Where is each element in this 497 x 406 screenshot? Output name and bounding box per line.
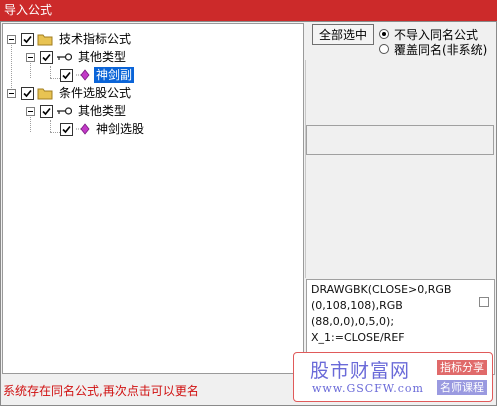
radio-overwrite-same-name[interactable]: 覆盖同名(非系统) [379,42,488,57]
tree-checkbox[interactable] [40,50,53,64]
radio-label: 覆盖同名(非系统) [394,42,488,57]
tree-node-shenjian-xuangu[interactable]: 神剑选股 [60,120,146,138]
formula-diamond-icon [76,69,90,81]
tree-node-indicator-formulas[interactable]: 技术指标公式 [7,30,133,48]
right-panel-frame [305,60,496,278]
tree-checkbox[interactable] [60,122,73,136]
code-line: DRAWGBK(CLOSE>0,RGB [311,283,452,296]
checkmark-icon [23,35,32,43]
title-bar[interactable]: 导入公式 [0,0,497,21]
info-panel [306,125,494,155]
tree-node-label: 技术指标公式 [59,32,132,46]
formula-diamond-icon [76,123,90,135]
watermark-site-name: 股市财富网 [310,360,411,382]
watermark-url: www.GSCFW.com [312,382,424,395]
tree-node-label: 神剑选股 [96,122,145,136]
checkmark-icon [23,89,32,97]
tree-checkbox[interactable] [21,86,34,100]
watermark-tag-indicators: 指标分享 [437,360,487,375]
checkmark-icon [62,71,71,79]
collapse-toggle[interactable] [26,52,35,62]
radio-button[interactable] [379,29,389,39]
code-line: (88,0,0),0,5,0); [311,315,395,328]
window-title: 导入公式 [4,3,53,17]
collapse-toggle[interactable] [7,34,16,44]
formula-tree[interactable]: 技术指标公式 其他类型 神剑副 条件选股公式 其他类型 神剑选股 [2,23,304,374]
preview-option-checkbox[interactable] [479,297,489,307]
tree-checkbox[interactable] [21,32,34,46]
tree-node-label: 其他类型 [78,104,127,118]
radio-skip-same-name[interactable]: 不导入同名公式 [379,27,478,42]
code-line: (0,108,108),RGB [311,299,403,312]
code-line: X_1:=CLOSE/REF [311,331,405,344]
key-icon [56,52,72,62]
checkmark-icon [42,53,51,61]
tree-checkbox[interactable] [40,104,53,118]
tree-checkbox[interactable] [60,68,73,82]
tree-node-shenjianfu[interactable]: 神剑副 [60,66,135,84]
tree-node-label: 条件选股公式 [59,86,132,100]
tree-node-screening-formulas[interactable]: 条件选股公式 [7,84,133,102]
radio-button[interactable] [379,44,389,54]
folder-icon [37,33,53,46]
select-all-button[interactable]: 全部选中 [312,24,374,45]
checkmark-icon [42,107,51,115]
collapse-toggle[interactable] [26,106,35,116]
tree-node-other-types[interactable]: 其他类型 [26,102,128,120]
watermark-tag-courses: 名师课程 [437,380,487,395]
tree-node-other-types[interactable]: 其他类型 [26,48,128,66]
checkmark-icon [62,125,71,133]
key-icon [56,106,72,116]
folder-icon [37,87,53,100]
watermark-logo: 股市财富网 www.GSCFW.com 指标分享 名师课程 [293,352,493,402]
tree-node-label: 神剑副 [94,67,135,83]
tree-node-label: 其他类型 [78,50,127,64]
collapse-toggle[interactable] [7,88,16,98]
status-message: 系统存在同名公式,再次点击可以更名 [3,384,199,398]
